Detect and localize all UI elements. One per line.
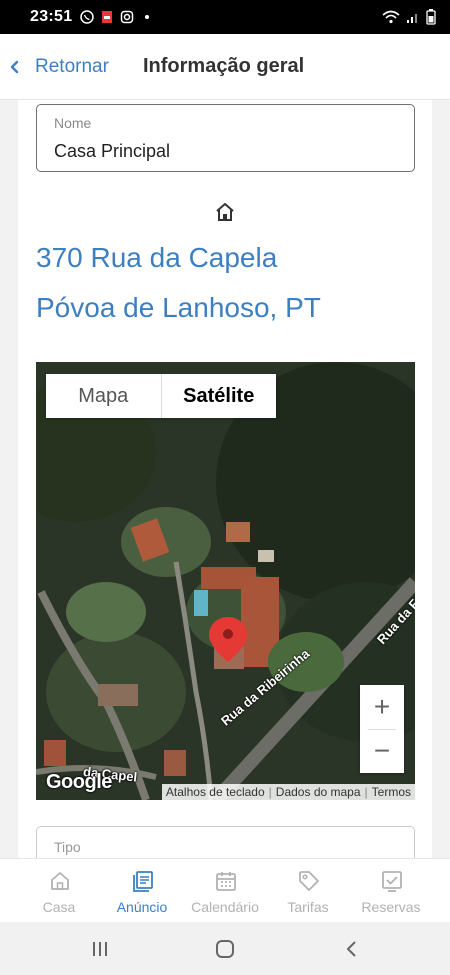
bottom-nav: Casa Anúncio Calendário Tarifas Reservas [0,858,450,922]
whatsapp-icon [80,10,95,24]
zoom-in-button[interactable]: + [360,685,404,729]
page-title: Informação geral [143,55,305,77]
map-data-link[interactable]: Dados do mapa [276,785,361,799]
nav-label-tarifas: Tarifas [287,899,329,915]
google-logo: Google [46,771,112,793]
reservations-icon [382,871,402,892]
listing-icon [133,871,153,892]
home-button-icon[interactable] [213,937,237,961]
zoom-control: + − [360,685,404,773]
notification-icons [80,10,154,24]
general-info-card: Nome Casa Principal 370 Rua da Capela Pó… [18,100,432,858]
wifi-icon [382,10,400,24]
nav-label-calendario: Calendário [191,899,259,915]
calendar-icon [216,872,236,891]
footer-separator: | [268,785,272,799]
battery-icon [426,9,436,25]
name-field-value[interactable]: Casa Principal [54,141,170,162]
status-time: 23:51 [30,8,73,25]
address-city[interactable]: Póvoa de Lanhoso, PT [36,292,321,324]
system-back-icon[interactable] [340,937,364,961]
name-field-label: Nome [54,115,92,131]
content-scroll[interactable]: Nome Casa Principal 370 Rua da Capela Pó… [0,100,450,858]
signal-icon [407,14,417,23]
terms-link[interactable]: Termos [372,785,411,799]
map-type-toggle: Mapa Satélite [46,374,276,418]
map-attribution: Atalhos de teclado | Dados do mapa | Ter… [161,784,415,800]
nav-item-calendario[interactable]: Calendário [183,859,267,923]
instagram-icon [121,10,134,24]
type-field-label: Tipo [54,839,81,855]
address-street[interactable]: 370 Rua da Capela [36,242,277,274]
back-chevron-icon[interactable] [8,56,22,78]
system-nav-bar [0,922,450,975]
back-button[interactable]: Retornar [35,56,109,78]
name-field[interactable]: Nome Casa Principal [36,104,415,172]
recent-apps-icon[interactable] [88,937,112,961]
home-icon [216,203,234,221]
satellite-imagery [36,362,415,800]
keyboard-shortcuts-link[interactable]: Atalhos de teclado [166,785,265,799]
type-field[interactable]: Tipo [36,826,415,858]
tag-icon [299,871,319,891]
house-icon [51,872,69,890]
app-header: Retornar Informação geral [0,34,450,100]
nav-item-anuncio[interactable]: Anúncio [100,859,184,923]
nav-item-casa[interactable]: Casa [17,859,101,923]
nav-label-anuncio: Anúncio [116,899,168,915]
footer-separator: | [364,785,368,799]
nav-label-casa: Casa [42,899,76,915]
status-right [382,9,436,25]
nav-item-tarifas[interactable]: Tarifas [266,859,350,923]
status-bar: 23:51 [0,0,450,34]
satellite-map[interactable]: Mapa Satélite Rua da Ribeirinha Rua da F… [36,362,415,800]
pdf-icon [102,11,113,23]
nav-item-reservas[interactable]: Reservas [349,859,433,923]
nav-label-reservas: Reservas [361,899,421,915]
dot-icon [145,15,150,19]
map-tab-satelite[interactable]: Satélite [160,374,277,418]
map-tab-mapa[interactable]: Mapa [46,374,161,418]
zoom-out-button[interactable]: − [360,729,404,773]
